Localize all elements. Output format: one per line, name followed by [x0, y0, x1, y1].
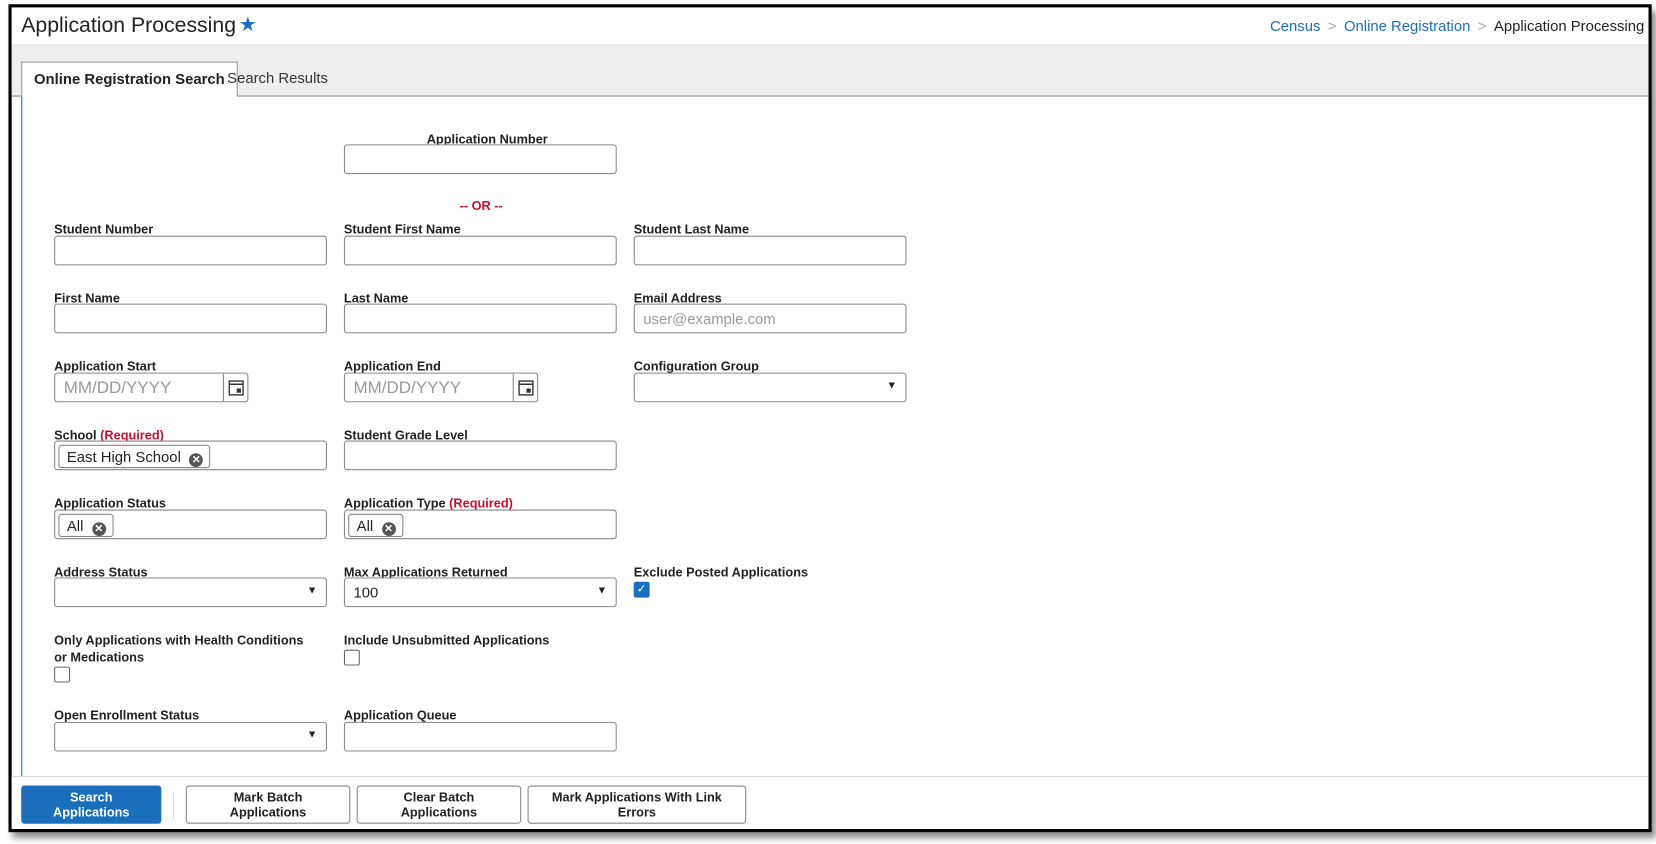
- tab-bar: Online Registration Search Search Result…: [11, 45, 1649, 98]
- clear-batch-applications-button[interactable]: Clear Batch Applications: [356, 785, 522, 824]
- remove-icon[interactable]: ✕: [189, 453, 204, 468]
- application-type-label-text: Application Type: [343, 495, 446, 511]
- dropdown-arrow-icon: ▼: [596, 584, 608, 597]
- page-header: Application Processing ★ Census > Online R…: [11, 7, 1649, 46]
- star-favorite-icon[interactable]: ★: [239, 13, 257, 37]
- health-conditions-checkbox[interactable]: [54, 666, 71, 683]
- chevron-right-icon: >: [1477, 16, 1487, 34]
- status-chip-label: All: [66, 516, 84, 534]
- exclude-posted-checkbox[interactable]: ✓: [633, 581, 650, 598]
- breadcrumb: Census > Online Registration > Application P…: [1270, 17, 1644, 34]
- application-start-placeholder: MM/DD/YYYY: [63, 378, 172, 398]
- student-number-input[interactable]: [54, 235, 327, 266]
- calendar-icon[interactable]: [222, 373, 248, 402]
- divider: [173, 791, 175, 820]
- breadcrumb-current: Application Processing: [1493, 16, 1645, 34]
- health-conditions-label: Only Applications with Health Conditions…: [54, 632, 304, 665]
- email-address-input[interactable]: user@example.com: [633, 303, 907, 334]
- type-chip-label: All: [356, 516, 374, 534]
- stage: Application Processing ★ Census > Online R…: [0, 0, 1656, 844]
- or-divider: -- OR --: [459, 198, 503, 214]
- dropdown-arrow-icon: ▼: [306, 729, 318, 741]
- chevron-right-icon: >: [1327, 16, 1337, 34]
- page-title: Application Processing: [21, 13, 237, 38]
- application-type-multiselect[interactable]: All ✕: [343, 509, 617, 540]
- mark-link-errors-button[interactable]: Mark Applications With Link Errors: [527, 785, 747, 824]
- breadcrumb-online-registration[interactable]: Online Registration: [1344, 17, 1470, 34]
- application-end-placeholder: MM/DD/YYYY: [353, 378, 462, 398]
- configuration-group-select[interactable]: ▼: [633, 372, 907, 403]
- open-enrollment-status-select[interactable]: ▼: [54, 721, 327, 752]
- email-placeholder: user@example.com: [643, 309, 776, 327]
- dropdown-arrow-icon: ▼: [886, 380, 897, 392]
- breadcrumb-census[interactable]: Census: [1270, 17, 1320, 34]
- school-chip-label: East High School: [66, 447, 181, 465]
- exclude-posted-label: Exclude Posted Applications: [633, 564, 809, 580]
- mark-batch-applications-button[interactable]: Mark Batch Applications: [185, 785, 351, 824]
- action-bar: Search Applications Mark Batch Applicati…: [11, 775, 1649, 830]
- student-last-name-input[interactable]: [633, 235, 907, 266]
- tab-online-registration-search[interactable]: Online Registration Search: [21, 61, 238, 98]
- max-applications-value: 100: [353, 583, 379, 601]
- address-status-select[interactable]: ▼: [54, 577, 327, 608]
- student-grade-level-input[interactable]: [343, 440, 617, 471]
- application-queue-input[interactable]: [343, 721, 617, 752]
- school-multiselect[interactable]: East High School ✕: [54, 440, 327, 471]
- application-end-date-picker[interactable]: MM/DD/YYYY: [343, 372, 539, 403]
- last-name-input[interactable]: [343, 303, 617, 334]
- tab-search-results[interactable]: Search Results: [215, 62, 339, 96]
- type-chip: All ✕: [348, 513, 403, 538]
- search-form: Application Number -- OR -- Student Numb…: [21, 96, 1649, 776]
- include-unsubmitted-label: Include Unsubmitted Applications: [343, 632, 550, 648]
- status-chip: All ✕: [58, 513, 114, 538]
- search-applications-button[interactable]: Search Applications: [21, 785, 162, 824]
- include-unsubmitted-checkbox[interactable]: [343, 649, 360, 666]
- application-start-date-picker[interactable]: MM/DD/YYYY: [54, 372, 249, 403]
- app-window: Application Processing ★ Census > Online R…: [8, 4, 1652, 833]
- required-marker: (Required): [449, 495, 513, 511]
- max-applications-select[interactable]: 100 ▼: [343, 577, 617, 608]
- school-chip: East High School ✕: [58, 444, 211, 469]
- calendar-icon[interactable]: [512, 373, 538, 402]
- dropdown-arrow-icon: ▼: [306, 584, 318, 597]
- first-name-input[interactable]: [54, 303, 327, 334]
- student-first-name-input[interactable]: [343, 235, 617, 266]
- remove-icon[interactable]: ✕: [381, 522, 396, 537]
- application-number-input[interactable]: [343, 144, 617, 175]
- application-status-multiselect[interactable]: All ✕: [54, 509, 327, 540]
- remove-icon[interactable]: ✕: [91, 522, 106, 537]
